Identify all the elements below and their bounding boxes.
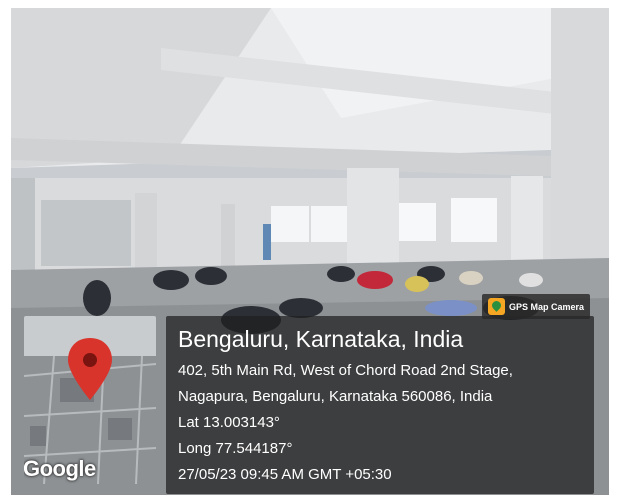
latitude: Lat 13.003143° [178, 414, 280, 431]
timestamp: 27/05/23 09:45 AM GMT +05:30 [178, 466, 392, 483]
map-thumbnail: Google [24, 316, 156, 484]
google-logo: Google [24, 456, 96, 481]
address-line-2: Nagapura, Bengaluru, Karnataka 560086, I… [178, 388, 493, 405]
place-title: Bengaluru, Karnataka, India [178, 326, 464, 352]
app-badge: GPS Map Camera [481, 294, 590, 319]
gps-map-camera-icon [487, 298, 505, 315]
longitude: Long 77.544187° [178, 440, 293, 457]
address-line-1: 402, 5th Main Rd, West of Chord Road 2nd… [178, 362, 513, 379]
location-stamp: GPS Map Camera Bengaluru, Karnataka, Ind… [166, 294, 594, 494]
app-badge-label: GPS Map Camera [508, 301, 584, 312]
